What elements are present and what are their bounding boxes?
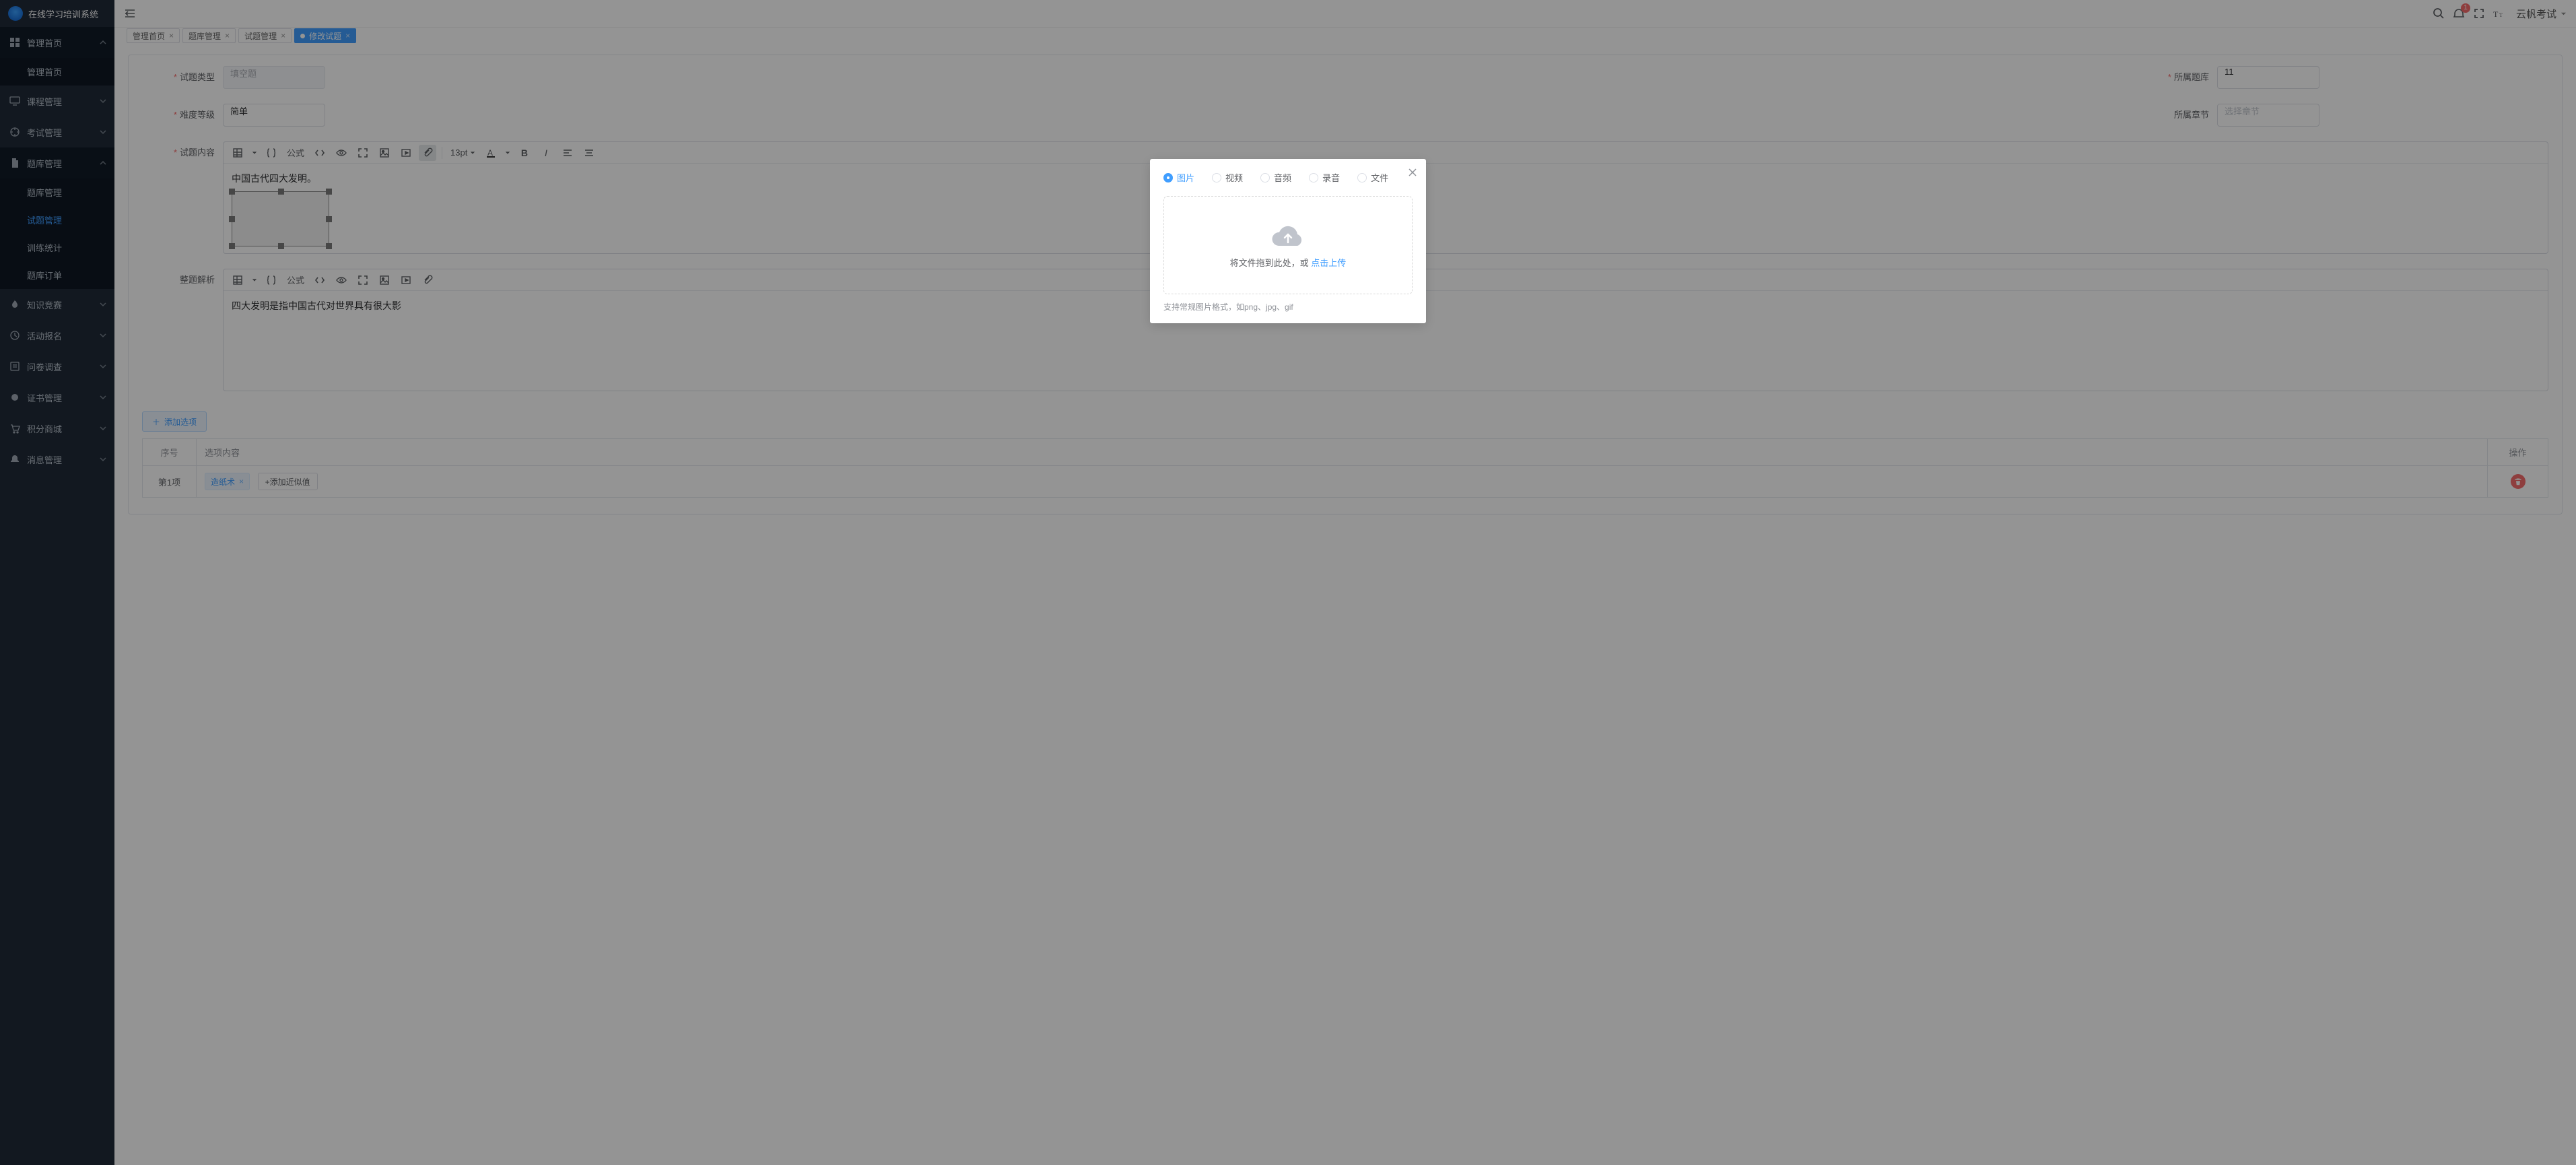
upload-type-radios: 图片 视频 音频 录音 文件 [1163, 171, 1413, 184]
radio-audio[interactable]: 音频 [1260, 171, 1291, 184]
upload-dialog: 图片 视频 音频 录音 文件 将文件拖到此处，或 点击上传 支持常规图片格式，如… [1150, 159, 1426, 323]
dialog-close-button[interactable] [1407, 167, 1418, 178]
radio-video[interactable]: 视频 [1212, 171, 1243, 184]
radio-file[interactable]: 文件 [1357, 171, 1388, 184]
radio-record[interactable]: 录音 [1309, 171, 1340, 184]
upload-click-link[interactable]: 点击上传 [1311, 258, 1346, 268]
modal-overlay[interactable]: 图片 视频 音频 录音 文件 将文件拖到此处，或 点击上传 支持常规图片格式，如… [0, 0, 2576, 1165]
upload-dropzone[interactable]: 将文件拖到此处，或 点击上传 [1163, 196, 1413, 294]
upload-hint: 将文件拖到此处，或 点击上传 [1230, 256, 1347, 269]
radio-image[interactable]: 图片 [1163, 171, 1194, 184]
cloud-upload-icon [1270, 222, 1306, 249]
upload-support-text: 支持常规图片格式，如png、jpg、gif [1163, 301, 1413, 312]
